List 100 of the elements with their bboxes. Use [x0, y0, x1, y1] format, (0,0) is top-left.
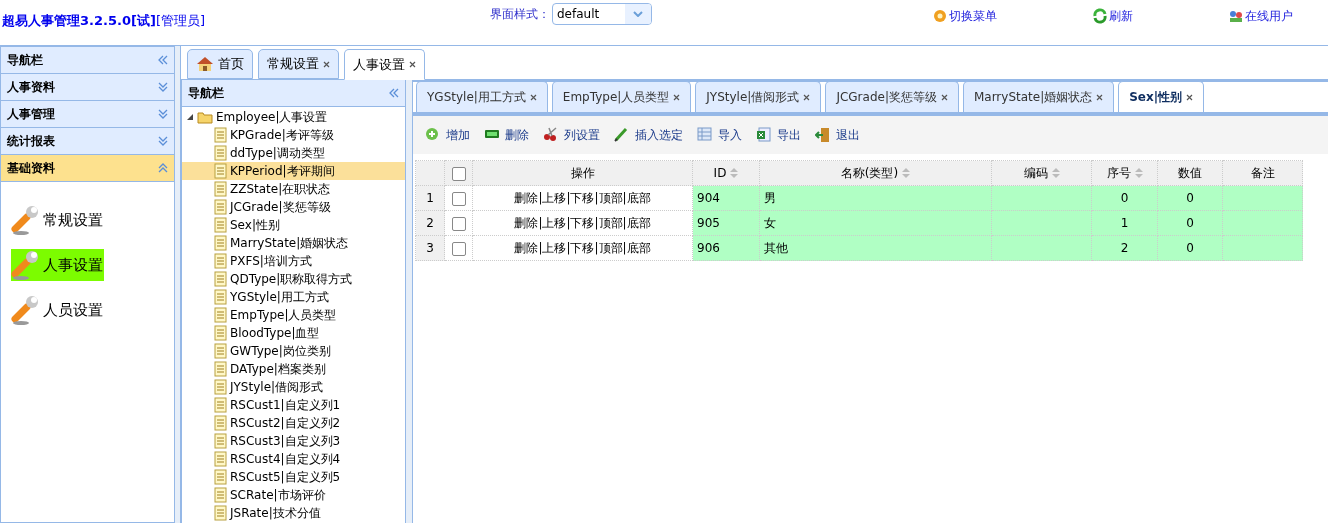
document-icon [214, 397, 227, 413]
style-select[interactable]: default [552, 3, 652, 25]
toolbar-button[interactable]: 退出 [815, 126, 860, 144]
document-icon [214, 307, 227, 323]
table-cell: 0 [1120, 191, 1129, 205]
document-icon [214, 163, 227, 179]
tree-item[interactable]: Sex|性别 [182, 216, 405, 234]
tree-item[interactable]: JCGrade|奖惩等级 [182, 198, 405, 216]
main-tab[interactable]: 首页 [187, 49, 253, 79]
tree-item[interactable]: YGStyle|用工方式 [182, 288, 405, 306]
close-icon [323, 60, 330, 68]
tree-item[interactable]: QDType|职称取得方式 [182, 270, 405, 288]
spreadsheet-icon [697, 127, 713, 143]
main-tab[interactable]: 人事设置 [344, 49, 425, 80]
content-tab[interactable]: Sex|性别 [1118, 81, 1205, 112]
nav-item[interactable]: 人事设置 [11, 249, 104, 281]
tree-item[interactable]: ZZState|在职状态 [182, 180, 405, 198]
table-cell: 1 [1120, 216, 1129, 230]
style-label: 界面样式： [490, 6, 550, 23]
tree-item[interactable]: RSCust1|自定义列1 [182, 396, 405, 414]
toolbar-button[interactable]: 导入 [697, 126, 742, 144]
checkbox[interactable] [451, 241, 466, 256]
toolbar-button[interactable]: 导出 [756, 126, 801, 144]
toolbar-button[interactable]: 插入选定 [614, 126, 683, 144]
table-cell: 904 [697, 191, 720, 205]
sort-icon [1051, 168, 1060, 178]
content-tab[interactable]: JYStyle|借阅形式 [695, 81, 822, 112]
add-icon [425, 127, 441, 143]
tree-item[interactable]: Employee|人事设置 [182, 108, 405, 126]
header-link[interactable]: 刷新 [1092, 7, 1133, 25]
tree-item[interactable]: RSCust2|自定义列2 [182, 414, 405, 432]
content-tab[interactable]: EmpType|人员类型 [551, 81, 692, 112]
table-cell: 905 [697, 216, 720, 230]
refresh-icon [1092, 8, 1108, 24]
sort-icon [730, 168, 739, 178]
folder-icon [197, 110, 213, 124]
tree-item[interactable]: PXFS|培训方式 [182, 252, 405, 270]
pencil-icon [614, 127, 630, 143]
content-tab[interactable]: MarryState|婚姻状态 [962, 81, 1115, 112]
accordion-header[interactable]: 基础资料 [1, 155, 174, 182]
accordion-header[interactable]: 统计报表 [1, 128, 174, 155]
tree-item[interactable]: ddType|调动类型 [182, 144, 405, 162]
table-cell: 0 [1186, 191, 1194, 205]
tree-item[interactable]: JSRate|技术分值 [182, 504, 405, 522]
row-number: 2 [415, 210, 445, 236]
main-tab[interactable]: 常规设置 [258, 49, 339, 79]
document-icon [214, 325, 227, 341]
document-icon [214, 487, 227, 503]
close-icon [803, 93, 811, 101]
toolbar-button[interactable]: 列设置 [543, 126, 600, 144]
tree-item[interactable]: RSCust3|自定义列3 [182, 432, 405, 450]
nav-item[interactable]: 人员设置 [11, 294, 104, 326]
document-icon [214, 451, 227, 467]
tree-item[interactable]: KPPeriod|考评期间 [182, 162, 405, 180]
collapse-icon [158, 55, 168, 65]
spreadsheet-icon [756, 127, 772, 143]
toolbar-button[interactable]: 增加 [425, 126, 470, 144]
tree-item[interactable]: MarryState|婚姻状态 [182, 234, 405, 252]
accordion-header[interactable]: 人事管理 [1, 101, 174, 128]
column-header[interactable]: 操作 [570, 164, 595, 182]
row-number: 1 [415, 185, 445, 211]
checkbox[interactable] [451, 216, 466, 231]
content-tab[interactable]: YGStyle|用工方式 [416, 81, 548, 112]
table-cell: 女 [764, 216, 776, 230]
row-number: 3 [415, 235, 445, 261]
tree-item[interactable]: RSCust5|自定义列5 [182, 468, 405, 486]
home-icon [196, 56, 214, 72]
tree-item[interactable]: JYStyle|借阅形式 [182, 378, 405, 396]
tree-item[interactable]: BloodType|血型 [182, 324, 405, 342]
tree-item[interactable]: KPGrade|考评等级 [182, 126, 405, 144]
users-icon [1228, 8, 1244, 24]
document-icon [214, 127, 227, 143]
header-link[interactable]: 切换菜单 [932, 7, 997, 25]
accordion-header[interactable]: 人事资料 [1, 74, 174, 101]
table-cell: 其他 [764, 241, 788, 255]
app-title: 超易人事管理3.2.5.0[试] [2, 12, 156, 30]
tree-item[interactable]: RSCust4|自定义列4 [182, 450, 405, 468]
close-icon [940, 93, 948, 101]
toolbar-button[interactable]: 删除 [484, 126, 529, 144]
table-cell: 0 [1186, 241, 1194, 255]
table-cell: 2 [1120, 241, 1129, 255]
expand-icon [158, 82, 168, 92]
close-icon [1096, 93, 1104, 101]
chevron-down-icon [633, 11, 643, 17]
tree-item[interactable]: SCRate|市场评价 [182, 486, 405, 504]
content-tab[interactable]: JCGrade|奖惩等级 [825, 81, 959, 112]
checkbox[interactable] [451, 191, 466, 206]
tree-item[interactable]: DAType|档案类别 [182, 360, 405, 378]
checkbox[interactable] [451, 166, 466, 181]
close-icon [673, 93, 681, 101]
document-icon [214, 361, 227, 377]
collapse-icon [158, 163, 168, 173]
header-link[interactable]: 在线用户 [1228, 7, 1293, 25]
nav-item[interactable]: 常规设置 [11, 204, 104, 236]
collapse-icon [389, 88, 399, 98]
panel-header[interactable]: 导航栏 [1, 47, 174, 74]
document-icon [214, 379, 227, 395]
tree-item[interactable]: EmpType|人员类型 [182, 306, 405, 324]
sort-icon [1134, 168, 1143, 178]
tree-item[interactable]: GWType|岗位类别 [182, 342, 405, 360]
